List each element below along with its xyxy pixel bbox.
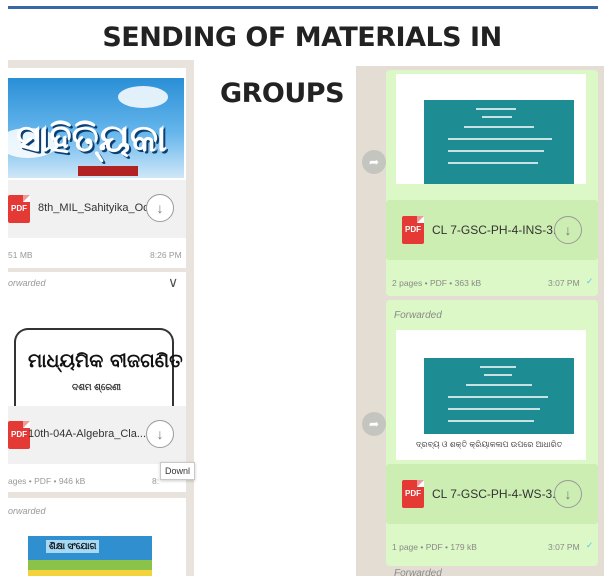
download-icon[interactable]: ↓	[554, 216, 582, 244]
forwarded-label: orwarded	[8, 278, 46, 288]
download-tooltip: Downl	[160, 462, 196, 480]
message-time: 3:07 PM	[548, 542, 580, 552]
file-meta: 2 pages • PDF • 363 kB	[392, 278, 482, 288]
download-icon[interactable]: ↓	[554, 480, 582, 508]
cover-title: ସାହିତ୍ୟିକା	[16, 116, 167, 160]
file-name: CL 7-GSC-PH-4-WS-3...	[432, 487, 563, 501]
file-attachment[interactable]: PDF CL 7-GSC-PH-4-INS-3... ↓	[386, 200, 598, 260]
pdf-file-icon: PDF	[402, 216, 424, 244]
download-icon[interactable]: ↓	[146, 420, 174, 448]
book-cover-thumbnail[interactable]: ଶିକ୍ଷା ସଂଯୋଗ	[28, 536, 152, 576]
document-thumbnail[interactable]: ଦ୍ରବ୍ୟ ଓ ଶକ୍ତି କ୍ରିୟାକଳାପ ଉପରେ ଆଧାରିତ	[396, 330, 586, 460]
file-name: CL 7-GSC-PH-4-INS-3...	[432, 223, 563, 237]
forwarded-label: orwarded	[8, 506, 46, 516]
checkmark-icon: ✓	[586, 540, 594, 550]
cover-title: ଶିକ୍ଷା ସଂଯୋଗ	[46, 540, 100, 553]
share-icon[interactable]: ➦	[362, 150, 386, 174]
pdf-file-icon: PDF	[8, 421, 30, 449]
chevron-down-icon[interactable]: ∨	[168, 274, 178, 291]
share-icon[interactable]: ➦	[362, 412, 386, 436]
file-meta: ages • PDF • 946 kB	[8, 476, 86, 486]
cover-title: ମାଧ୍ୟମିକ ବୀଜଗଣିତ	[28, 350, 183, 372]
file-attachment[interactable]: PDF 8th_MIL_Sahityika_Odi... ↓	[8, 180, 186, 238]
message-time: 8:26 PM	[150, 250, 182, 260]
pdf-file-icon: PDF	[402, 480, 424, 508]
pdf-file-icon: PDF	[8, 195, 30, 223]
file-attachment[interactable]: PDF CL 7-GSC-PH-4-WS-3... ↓	[386, 464, 598, 524]
message-time: 3:07 PM	[548, 278, 580, 288]
message-card-sahityika[interactable]: ସାହିତ୍ୟିକା PDF 8th_MIL_Sahityika_Odi... …	[8, 68, 186, 268]
book-cover-thumbnail[interactable]: ମାଧ୍ୟମିକ ବୀଜଗଣିତ ଦଶମ ଶ୍ରେଣୀ	[14, 328, 183, 416]
download-icon[interactable]: ↓	[146, 194, 174, 222]
slide-title-line2: GROUPS	[219, 78, 345, 109]
checkmark-icon: ✓	[586, 276, 594, 286]
book-cover-thumbnail[interactable]: ସାହିତ୍ୟିକା	[8, 78, 184, 178]
message-time: 8:	[152, 476, 160, 486]
title-rule	[8, 6, 598, 9]
right-chat-panel: ➦ PDF CL 7-GSC-PH-4-INS-3... ↓ 2 pages •…	[356, 66, 604, 576]
message-bubble-ins[interactable]: PDF CL 7-GSC-PH-4-INS-3... ↓ 2 pages • P…	[386, 70, 598, 296]
forwarded-label: Forwarded	[394, 310, 442, 321]
handwritten-note: ଦ୍ରବ୍ୟ ଓ ଶକ୍ତି କ୍ରିୟାକଳାପ ଉପରେ ଆଧାରିତ	[416, 440, 563, 449]
forwarded-label: Forwarded	[394, 568, 442, 576]
file-name: 8th_MIL_Sahityika_Odi...	[38, 202, 161, 214]
document-thumbnail[interactable]	[396, 74, 586, 184]
slide-title-line1: SENDING OF MATERIALS IN	[102, 22, 502, 53]
file-size: 51 MB	[8, 250, 33, 260]
left-chat-panel: ସାହିତ୍ୟିକା PDF 8th_MIL_Sahityika_Odi... …	[8, 60, 194, 576]
file-meta: 1 page • PDF • 179 kB	[392, 542, 477, 552]
file-attachment[interactable]: PDF 10th-04A-Algebra_Cla... ↓	[8, 406, 186, 464]
message-bubble-ws[interactable]: Forwarded ଦ୍ରବ୍ୟ ଓ ଶକ୍ତି କ୍ରିୟାକଳାପ ଉପରେ…	[386, 300, 598, 566]
file-name: 10th-04A-Algebra_Cla...	[28, 428, 147, 440]
cover-subtitle: ଦଶମ ଶ୍ରେଣୀ	[72, 382, 121, 392]
